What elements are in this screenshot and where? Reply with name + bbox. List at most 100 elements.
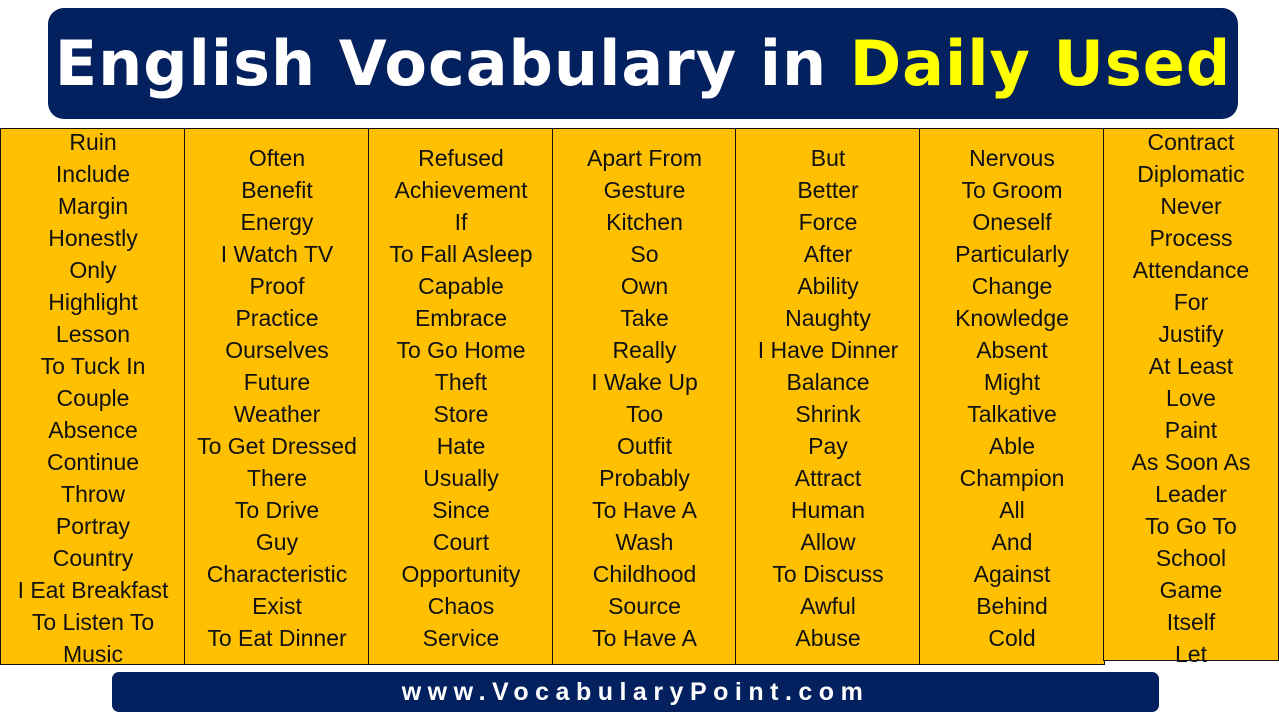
vocab-word: Let xyxy=(1175,641,1207,667)
vocab-word: To Have A xyxy=(592,497,697,523)
vocab-word: Store xyxy=(433,401,489,427)
vocab-word: Pay xyxy=(808,433,848,459)
vocab-word: Attendance xyxy=(1132,257,1250,283)
vocab-word: Absence xyxy=(48,417,138,443)
vocab-word: Exist xyxy=(252,593,302,619)
vocab-word: Outfit xyxy=(617,433,672,459)
vocab-word: Hate xyxy=(436,433,486,459)
vocab-word: Achievement xyxy=(394,177,528,203)
vocab-word: Opportunity xyxy=(401,561,521,587)
vocab-word: Include xyxy=(55,161,131,187)
vocab-word: Paint xyxy=(1164,417,1218,443)
vocab-word: Diplomatic xyxy=(1137,161,1245,187)
vocab-word: Weather xyxy=(233,401,321,427)
vocab-word: Continue xyxy=(46,449,140,475)
vocab-word: Probably xyxy=(599,465,690,491)
vocab-word: For xyxy=(1173,289,1209,315)
vocab-word: Knowledge xyxy=(955,305,1069,331)
vocab-word: Leader xyxy=(1155,481,1227,507)
vocab-word: Theft xyxy=(434,369,488,395)
vocab-word: Refused xyxy=(418,145,504,171)
vocab-word: Court xyxy=(432,529,490,555)
vocabulary-table: Ruin Include Margin Honestly Only Highlight Le… xyxy=(0,128,1279,667)
vocab-word: Justify xyxy=(1158,321,1224,347)
vocab-word: Allow xyxy=(800,529,856,555)
vocab-word: Force xyxy=(798,209,858,235)
vocab-word: I Have Dinner xyxy=(757,337,899,363)
title-highlight-part: Daily Used xyxy=(849,26,1232,100)
vocab-word: To Eat Dinner xyxy=(207,625,347,651)
vocab-word: Usually xyxy=(423,465,499,491)
vocab-word: Too xyxy=(625,401,664,427)
footer-banner: www.VocabularyPoint.com xyxy=(112,672,1159,712)
vocab-word: I Watch TV xyxy=(220,241,334,267)
vocab-word: Itself xyxy=(1166,609,1216,635)
vocab-word: Really xyxy=(612,337,677,363)
vocab-word: To Go Home xyxy=(396,337,526,363)
vocab-word: At Least xyxy=(1148,353,1234,379)
vocab-word: To Go To xyxy=(1145,513,1237,539)
vocab-word: Portray xyxy=(55,513,131,539)
vocab-word: To Have A xyxy=(592,625,697,651)
vocab-word: Ourselves xyxy=(225,337,329,363)
vocab-word: Behind xyxy=(976,593,1048,619)
vocab-word: Shrink xyxy=(795,401,861,427)
vocab-word: If xyxy=(454,209,468,235)
vocab-word: Since xyxy=(432,497,490,523)
vocab-word: Particularly xyxy=(955,241,1069,267)
vocab-word: Against xyxy=(973,561,1051,587)
title-banner: English Vocabulary in Daily Used xyxy=(48,8,1238,119)
vocab-word: Source xyxy=(608,593,681,619)
vocab-word: Only xyxy=(69,257,117,283)
website-url: www.VocabularyPoint.com xyxy=(401,677,870,706)
vocab-word: Often xyxy=(248,145,306,171)
vocab-word: Process xyxy=(1149,225,1233,251)
vocab-word: To Drive xyxy=(234,497,320,523)
vocab-word: There xyxy=(246,465,308,491)
vocab-word: All xyxy=(999,497,1025,523)
vocab-word: Practice xyxy=(235,305,319,331)
vocab-word: I Eat Breakfast xyxy=(17,577,169,603)
vocab-word: Characteristic xyxy=(206,561,348,587)
vocab-word: Never xyxy=(1160,193,1222,219)
vocab-word: Benefit xyxy=(241,177,313,203)
vocab-word: Might xyxy=(983,369,1041,395)
vocab-word: Capable xyxy=(418,273,504,299)
vocab-word: Change xyxy=(971,273,1053,299)
vocab-word: Throw xyxy=(61,481,125,507)
vocab-column-7: Contract Diplomatic Never Process Attendance… xyxy=(1103,128,1279,667)
vocab-column-2: Often Benefit Energy I Watch TV Proof Practic… xyxy=(184,128,370,665)
vocab-word: Cold xyxy=(988,625,1036,651)
vocab-column-6: Nervous To Groom Oneself Particularly Change… xyxy=(919,128,1105,665)
vocab-word: I Wake Up xyxy=(591,369,698,395)
vocab-word: Talkative xyxy=(967,401,1057,427)
vocab-column-3: Refused Achievement If To Fall Asleep Capabl… xyxy=(368,128,554,665)
vocab-column-4: Apart From Gesture Kitchen So Own Take Really I… xyxy=(552,128,737,665)
vocab-word: Attract xyxy=(794,465,862,491)
vocab-word: Future xyxy=(243,369,311,395)
vocab-word: Able xyxy=(988,433,1036,459)
vocab-word: Guy xyxy=(255,529,299,555)
vocab-word: To Listen To xyxy=(31,609,155,635)
vocab-word: To Tuck In xyxy=(40,353,146,379)
vocab-word: Embrace xyxy=(414,305,508,331)
vocab-word: To Groom xyxy=(961,177,1063,203)
vocab-word: But xyxy=(810,145,846,171)
vocab-word: Energy xyxy=(240,209,314,235)
vocab-word: To Discuss xyxy=(772,561,884,587)
vocab-word: Own xyxy=(620,273,669,299)
vocab-word: Chaos xyxy=(427,593,495,619)
vocab-word: To Fall Asleep xyxy=(389,241,533,267)
vocab-word: Naughty xyxy=(785,305,871,331)
vocab-word: Proof xyxy=(249,273,305,299)
vocab-word: Service xyxy=(422,625,500,651)
vocab-word: Country xyxy=(52,545,134,571)
vocab-word: Wash xyxy=(615,529,674,555)
vocab-word: Human xyxy=(790,497,866,523)
vocab-word: To Get Dressed xyxy=(197,433,357,459)
vocab-word: Music xyxy=(62,641,124,667)
vocab-column-5: But Better Force After Ability Naughty I Have … xyxy=(735,128,921,665)
vocab-word: Oneself xyxy=(972,209,1052,235)
vocab-word: Couple xyxy=(56,385,130,411)
title-white-part: English Vocabulary in xyxy=(54,26,828,100)
